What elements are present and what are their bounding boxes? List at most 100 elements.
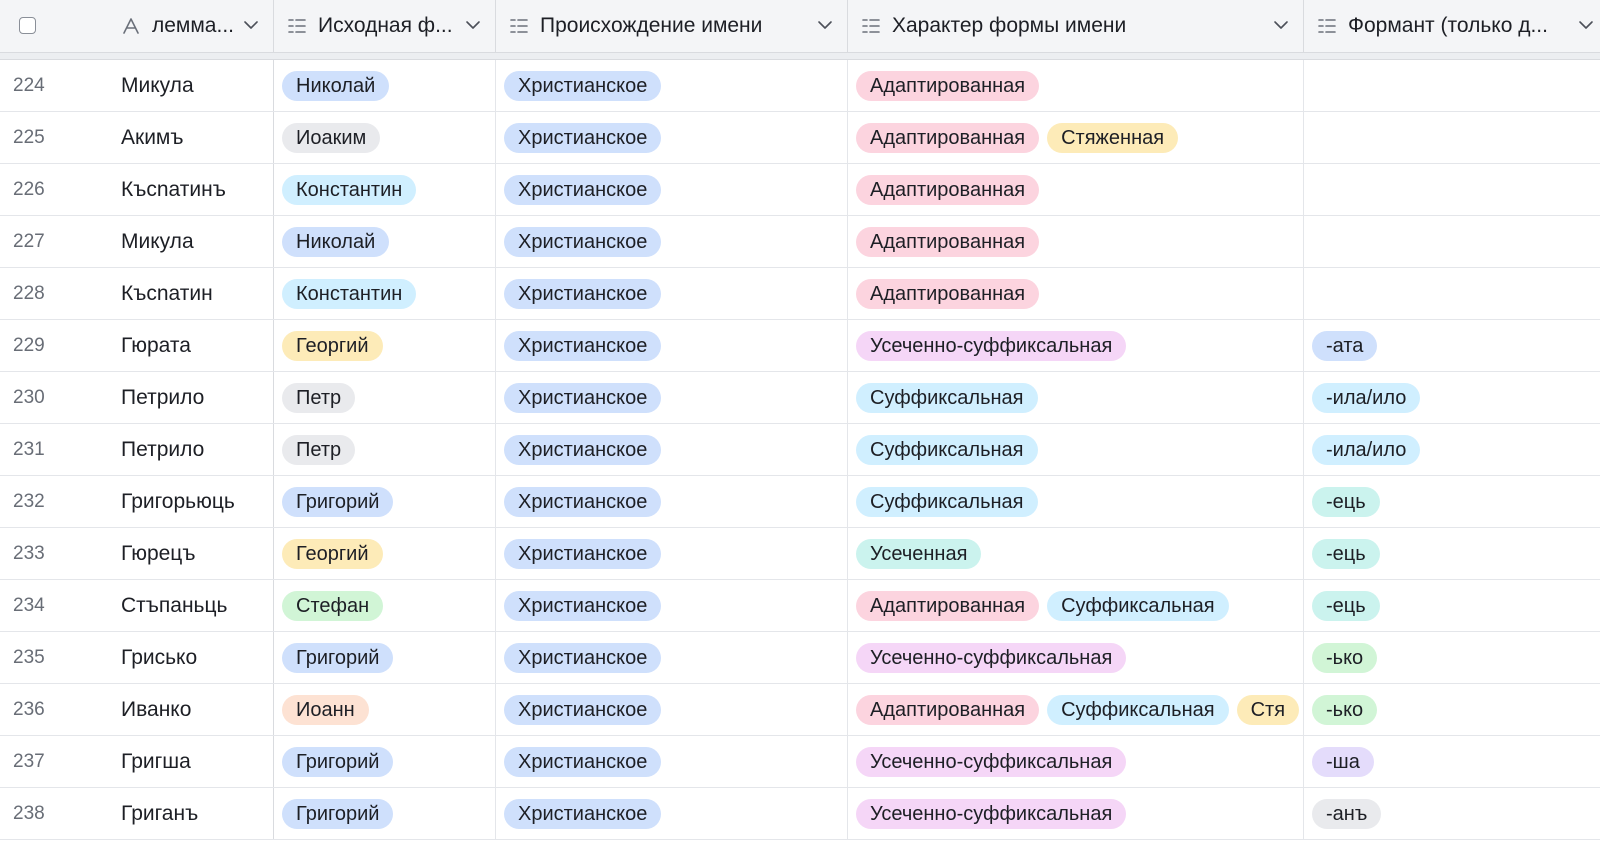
lemma-cell[interactable]: Късnатинъ (110, 164, 274, 215)
formant-cell[interactable] (1304, 60, 1600, 111)
form-character-cell[interactable]: Усеченно-суффиксальная (848, 632, 1304, 683)
name-origin-cell[interactable]: Христианское (496, 60, 848, 111)
source-form-cell[interactable]: Константин (274, 164, 496, 215)
lemma-cell[interactable]: Григорьюць (110, 476, 274, 527)
form-character-cell[interactable]: Суффиксальная (848, 372, 1304, 423)
source-form-cell[interactable]: Григорий (274, 736, 496, 787)
form-character-cell[interactable]: Усеченная (848, 528, 1304, 579)
source-form-cell[interactable]: Константин (274, 268, 496, 319)
form-character-cell[interactable]: Адаптированная Суффиксальная Стя (848, 684, 1304, 735)
lemma-cell[interactable]: Григанъ (110, 788, 274, 839)
table-row[interactable]: 230 Петрило Петр Христианское Суффиксальная -… (0, 372, 1600, 424)
form-character-cell[interactable]: Адаптированная (848, 60, 1304, 111)
name-origin-cell[interactable]: Христианское (496, 476, 848, 527)
form-character-cell[interactable]: Усеченно-суффиксальная (848, 788, 1304, 839)
lemma-cell[interactable]: Стъпаньць (110, 580, 274, 631)
form-character-cell[interactable]: Суффиксальная (848, 424, 1304, 475)
name-origin-cell[interactable]: Христианское (496, 632, 848, 683)
form-character-cell[interactable]: Усеченно-суффиксальная (848, 320, 1304, 371)
lemma-cell[interactable]: Микула (110, 60, 274, 111)
lemma-cell[interactable]: Петрило (110, 372, 274, 423)
form-character-cell[interactable]: Адаптированная (848, 268, 1304, 319)
formant-cell[interactable]: -ата (1304, 320, 1600, 371)
lemma-cell[interactable]: Акимъ (110, 112, 274, 163)
table-row[interactable]: 237 Григша Григорий Христианское Усеченно-су… (0, 736, 1600, 788)
table-row[interactable]: 231 Петрило Петр Христианское Суффиксальная -… (0, 424, 1600, 476)
name-origin-cell[interactable]: Христианское (496, 788, 848, 839)
table-row[interactable]: 235 Грисько Григорий Христианское Усеченно-с… (0, 632, 1600, 684)
formant-cell[interactable] (1304, 112, 1600, 163)
lemma-cell[interactable]: Гюрецъ (110, 528, 274, 579)
formant-cell[interactable]: -ько (1304, 632, 1600, 683)
lemma-cell[interactable]: Петрило (110, 424, 274, 475)
formant-cell[interactable]: -ець (1304, 580, 1600, 631)
name-origin-cell[interactable]: Христианское (496, 268, 848, 319)
formant-cell[interactable]: -ила/ило (1304, 372, 1600, 423)
chevron-down-icon[interactable] (817, 17, 833, 33)
source-form-cell[interactable]: Петр (274, 424, 496, 475)
form-character-cell[interactable]: Адаптированная Суффиксальная (848, 580, 1304, 631)
name-origin-cell[interactable]: Христианское (496, 580, 848, 631)
form-character-cell[interactable]: Усеченно-суффиксальная (848, 736, 1304, 787)
name-origin-cell[interactable]: Христианское (496, 372, 848, 423)
formant-cell[interactable]: -анъ (1304, 788, 1600, 839)
name-origin-cell[interactable]: Христианское (496, 528, 848, 579)
table-row[interactable]: 226 Късnатинъ Константин Христианское Адапти… (0, 164, 1600, 216)
name-origin-cell[interactable]: Христианское (496, 112, 848, 163)
name-origin-cell[interactable]: Христианское (496, 684, 848, 735)
table-row[interactable]: 228 Късnатин Константин Христианское Адаптир… (0, 268, 1600, 320)
source-form-cell[interactable]: Николай (274, 216, 496, 267)
chevron-down-icon[interactable] (465, 17, 481, 33)
form-character-cell[interactable]: Адаптированная (848, 216, 1304, 267)
table-row[interactable]: 232 Григорьюць Григорий Христианское Суффикс… (0, 476, 1600, 528)
column-header-character[interactable]: Характер формы имени (848, 0, 1304, 52)
source-form-cell[interactable]: Петр (274, 372, 496, 423)
source-form-cell[interactable]: Иоанн (274, 684, 496, 735)
chevron-down-icon[interactable] (1273, 17, 1289, 33)
source-form-cell[interactable]: Григорий (274, 476, 496, 527)
table-row[interactable]: 236 Иванко Иоанн Христианское Адаптированная… (0, 684, 1600, 736)
formant-cell[interactable]: -ша (1304, 736, 1600, 787)
table-row[interactable]: 225 Акимъ Иоаким Христианское Адаптированная… (0, 112, 1600, 164)
table-row[interactable]: 238 Григанъ Григорий Христианское Усеченно-с… (0, 788, 1600, 840)
name-origin-cell[interactable]: Христианское (496, 736, 848, 787)
formant-cell[interactable] (1304, 268, 1600, 319)
source-form-cell[interactable]: Георгий (274, 320, 496, 371)
lemma-cell[interactable]: Микула (110, 216, 274, 267)
column-header-origin[interactable]: Происхождение имени (496, 0, 848, 52)
lemma-cell[interactable]: Грисько (110, 632, 274, 683)
table-row[interactable]: 224 Микула Николай Христианское Адаптированн… (0, 60, 1600, 112)
table-row[interactable]: 227 Микула Николай Христианское Адаптированн… (0, 216, 1600, 268)
formant-cell[interactable] (1304, 164, 1600, 215)
column-header-formant[interactable]: Формант (только д... (1304, 0, 1600, 52)
name-origin-cell[interactable]: Христианское (496, 320, 848, 371)
lemma-cell[interactable]: Иванко (110, 684, 274, 735)
select-all-checkbox[interactable] (19, 17, 36, 34)
chevron-down-icon[interactable] (243, 17, 259, 33)
source-form-cell[interactable]: Григорий (274, 788, 496, 839)
form-character-cell[interactable]: Адаптированная (848, 164, 1304, 215)
name-origin-cell[interactable]: Христианское (496, 164, 848, 215)
chevron-down-icon[interactable] (1578, 17, 1594, 33)
name-origin-cell[interactable]: Христианское (496, 424, 848, 475)
source-form-cell[interactable]: Георгий (274, 528, 496, 579)
formant-cell[interactable]: -ила/ило (1304, 424, 1600, 475)
lemma-cell[interactable]: Гюрата (110, 320, 274, 371)
column-header-lemma[interactable]: лемма... (110, 0, 274, 52)
formant-cell[interactable]: -ько (1304, 684, 1600, 735)
column-header-source[interactable]: Исходная ф... (274, 0, 496, 52)
lemma-cell[interactable]: Григша (110, 736, 274, 787)
formant-cell[interactable]: -ець (1304, 528, 1600, 579)
table-row[interactable]: 229 Гюрата Георгий Христианское Усеченно-суф… (0, 320, 1600, 372)
source-form-cell[interactable]: Иоаким (274, 112, 496, 163)
form-character-cell[interactable]: Адаптированная Стяженная (848, 112, 1304, 163)
source-form-cell[interactable]: Григорий (274, 632, 496, 683)
formant-cell[interactable] (1304, 216, 1600, 267)
source-form-cell[interactable]: Николай (274, 60, 496, 111)
lemma-cell[interactable]: Късnатин (110, 268, 274, 319)
form-character-cell[interactable]: Суффиксальная (848, 476, 1304, 527)
table-row[interactable]: 233 Гюрецъ Георгий Христианское Усеченная -ец… (0, 528, 1600, 580)
source-form-cell[interactable]: Стефан (274, 580, 496, 631)
formant-cell[interactable]: -ець (1304, 476, 1600, 527)
table-row[interactable]: 234 Стъпаньць Стефан Христианское Адаптирова… (0, 580, 1600, 632)
